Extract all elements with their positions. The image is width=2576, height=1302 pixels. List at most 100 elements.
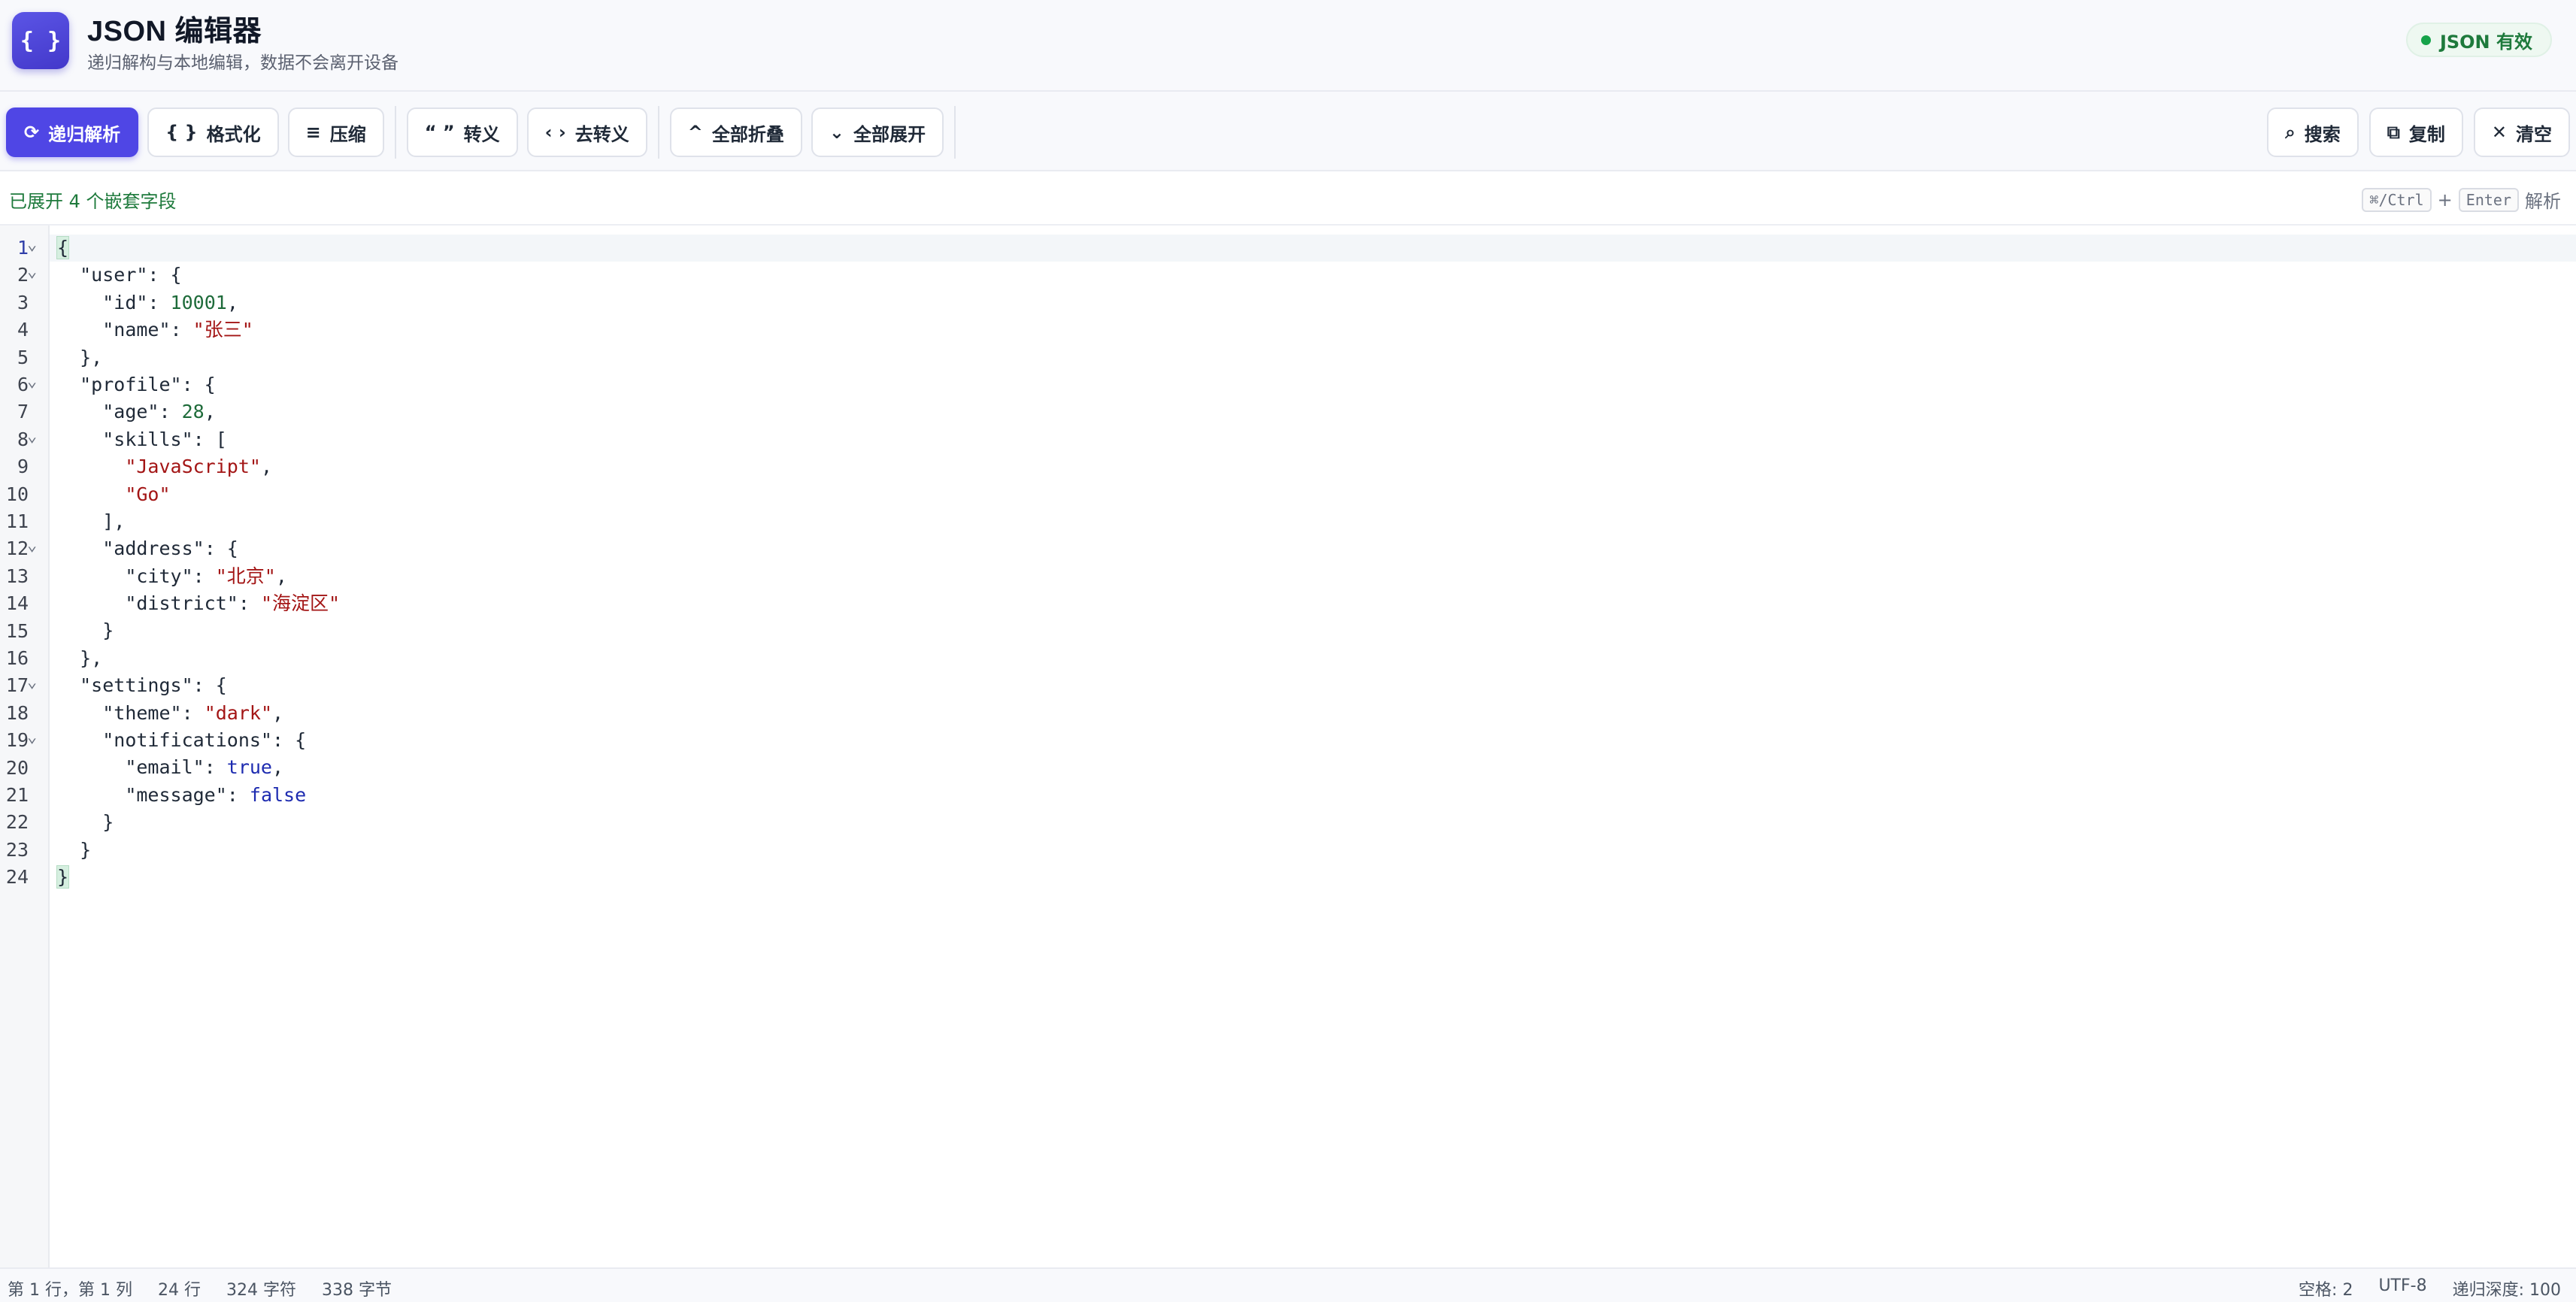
unescape-label: 去转义 bbox=[574, 123, 629, 145]
fold-chevron-icon[interactable]: ⌄ bbox=[27, 262, 37, 281]
expand-all-button[interactable]: ⌄ 全部展开 bbox=[811, 107, 944, 157]
code-line[interactable]: "user": { bbox=[57, 262, 2538, 289]
gutter-row: 18 bbox=[0, 700, 48, 727]
code-line[interactable]: "settings": { bbox=[57, 672, 2538, 699]
code-line[interactable]: } bbox=[57, 837, 2538, 864]
escape-label: 转义 bbox=[463, 123, 500, 145]
fold-chevron-icon[interactable]: ⌄ bbox=[27, 728, 37, 746]
braces-icon: { } bbox=[165, 122, 198, 143]
shortcut-action: 解析 bbox=[2525, 191, 2561, 212]
code-line[interactable]: "message": false bbox=[57, 782, 2538, 809]
code-token: : { bbox=[192, 674, 227, 697]
copy-label: 复制 bbox=[2408, 123, 2445, 145]
line-count: 24 行 bbox=[157, 1281, 201, 1300]
escape-button[interactable]: “ ” 转义 bbox=[406, 107, 518, 157]
gutter-row: 20 bbox=[0, 755, 48, 782]
code-token: } bbox=[102, 811, 114, 834]
collapse-all-button[interactable]: ^ 全部折叠 bbox=[669, 107, 802, 157]
code-content[interactable]: { "user": { "id": 10001, "name": "张三" },… bbox=[56, 235, 2538, 891]
code-token: "张三" bbox=[192, 319, 253, 341]
recursion-depth[interactable]: 递归深度: 100 bbox=[2453, 1276, 2561, 1300]
toolbar-divider bbox=[954, 106, 956, 159]
code-line[interactable]: "name": "张三" bbox=[57, 316, 2538, 344]
code-token: "id" bbox=[102, 291, 148, 313]
code-line[interactable]: "address": { bbox=[57, 535, 2538, 562]
line-number: 16 bbox=[5, 647, 29, 669]
code-token: , bbox=[204, 401, 216, 423]
line-number: 10 bbox=[5, 483, 29, 505]
search-button[interactable]: ⌕ 搜索 bbox=[2267, 107, 2359, 157]
code-token: "JavaScript" bbox=[125, 456, 261, 478]
gutter-row: 1 ⌄ bbox=[0, 235, 48, 262]
compress-button[interactable]: ≡ 压缩 bbox=[287, 107, 384, 157]
line-number: 23 bbox=[5, 838, 29, 861]
line-number: 4 bbox=[17, 319, 29, 341]
code-line[interactable]: "id": 10001, bbox=[57, 289, 2538, 316]
code-line[interactable]: { bbox=[56, 235, 2538, 262]
copy-button[interactable]: ⧉ 复制 bbox=[2368, 107, 2463, 157]
code-line[interactable]: "district": "海淀区" bbox=[57, 590, 2538, 617]
code-token: true bbox=[226, 756, 272, 779]
expand-all-label: 全部展开 bbox=[853, 123, 926, 145]
unescape-button[interactable]: ‹ › 去转义 bbox=[526, 107, 647, 157]
indent-setting[interactable]: 空格: 2 bbox=[2299, 1276, 2353, 1300]
code-token: : bbox=[181, 701, 205, 724]
gutter-row: 10 bbox=[0, 481, 48, 508]
code-line[interactable]: ], bbox=[57, 508, 2538, 535]
lines-icon: ≡ bbox=[305, 122, 321, 143]
code-token: : bbox=[204, 756, 227, 779]
encoding-setting[interactable]: UTF-8 bbox=[2378, 1276, 2426, 1300]
code-line[interactable]: } bbox=[57, 617, 2538, 644]
recursive-parse-button[interactable]: ⟳ 递归解析 bbox=[6, 107, 139, 157]
fold-chevron-icon[interactable]: ⌄ bbox=[27, 235, 37, 254]
format-button[interactable]: { } 格式化 bbox=[147, 107, 279, 157]
fold-chevron-icon[interactable]: ⌄ bbox=[27, 673, 37, 692]
clear-button[interactable]: ✕ 清空 bbox=[2473, 107, 2570, 157]
line-number: 22 bbox=[5, 811, 29, 834]
code-line[interactable]: "JavaScript", bbox=[57, 453, 2538, 480]
line-number: 15 bbox=[5, 619, 29, 642]
fold-chevron-icon[interactable]: ⌄ bbox=[27, 536, 37, 555]
line-number: 12 bbox=[5, 537, 29, 560]
fold-chevron-icon[interactable]: ⌄ bbox=[27, 427, 37, 446]
line-number: 11 bbox=[5, 510, 29, 532]
code-token: "北京" bbox=[215, 565, 276, 587]
code-line[interactable]: "skills": [ bbox=[57, 426, 2538, 453]
code-token: , bbox=[226, 291, 238, 313]
code-line[interactable]: "notifications": { bbox=[57, 727, 2538, 754]
code-token: } bbox=[56, 864, 70, 889]
format-label: 格式化 bbox=[206, 123, 261, 145]
code-token: "name" bbox=[102, 319, 171, 341]
code-line[interactable]: } bbox=[57, 809, 2538, 836]
gutter-row: 23 bbox=[0, 837, 48, 864]
line-number: 20 bbox=[5, 756, 29, 779]
gutter-row: 24 bbox=[0, 864, 48, 891]
code-token: "dark" bbox=[204, 701, 272, 724]
quotes-icon: “ ” bbox=[424, 122, 455, 143]
code-line[interactable]: "age": 28, bbox=[57, 398, 2538, 425]
code-line[interactable]: "Go" bbox=[57, 481, 2538, 508]
copy-icon: ⧉ bbox=[2387, 122, 2400, 143]
line-number: 18 bbox=[5, 701, 29, 724]
code-editor[interactable]: 1 ⌄ 2 ⌄ 3 4 5 6 ⌄ 7 8 ⌄ 9 10 11 12 ⌄ 13 14 15 16 17 ⌄ 18 19 ⌄ 20 21… bbox=[0, 226, 2576, 1267]
gutter-row: 12 ⌄ bbox=[0, 535, 48, 562]
code-line[interactable]: "city": "北京", bbox=[57, 563, 2538, 590]
code-line[interactable]: "email": true, bbox=[57, 754, 2538, 781]
code-line[interactable]: }, bbox=[57, 344, 2538, 371]
fold-chevron-icon[interactable]: ⌄ bbox=[27, 372, 37, 391]
chevron-up-icon: ^ bbox=[687, 122, 703, 143]
search-label: 搜索 bbox=[2304, 123, 2341, 145]
code-token: : [ bbox=[192, 428, 227, 450]
code-line[interactable]: "theme": "dark", bbox=[57, 700, 2538, 727]
code-line[interactable]: "profile": { bbox=[57, 371, 2538, 398]
code-line[interactable]: }, bbox=[57, 645, 2538, 672]
code-line[interactable]: } bbox=[56, 864, 2538, 891]
code-token: }, bbox=[80, 346, 103, 368]
